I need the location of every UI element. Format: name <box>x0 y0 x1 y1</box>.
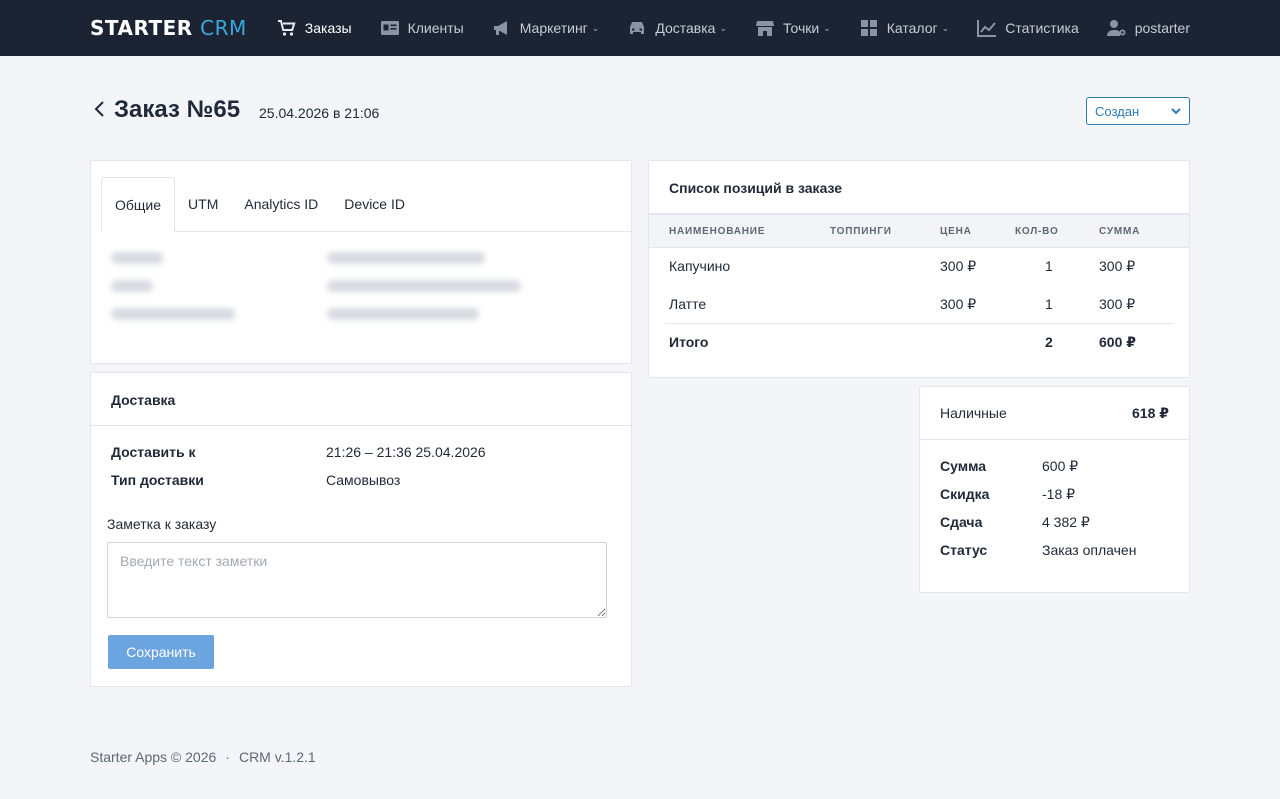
item-sum: 300 ₽ <box>1099 296 1136 312</box>
item-price: 300 ₽ <box>940 296 977 312</box>
payment-status-value: Заказ оплачен <box>1042 542 1137 558</box>
page-header: Заказ №65 25.04.2026 в 21:06 Создан <box>90 96 1190 128</box>
topbar: STARTER CRM Заказы Клиенты Маркетинг ⌄ Д… <box>0 0 1280 56</box>
main-nav: Заказы Клиенты Маркетинг ⌄ Доставка ⌄ То… <box>277 19 1190 37</box>
column-header: НАИМЕНОВАНИЕ <box>669 226 766 237</box>
status-select[interactable]: Создан <box>1086 97 1190 125</box>
back-button[interactable] <box>93 100 107 117</box>
delivery-type-label: Тип доставки <box>111 472 204 488</box>
delivery-type-value: Самовывоз <box>326 472 401 488</box>
table-header: НАИМЕНОВАНИЕ ТОППИНГИ ЦЕНА КОЛ-ВО СУММА <box>649 214 1189 248</box>
chevron-down-icon <box>1171 104 1181 115</box>
note-textarea[interactable] <box>107 542 607 618</box>
app-logo[interactable]: STARTER CRM <box>90 16 247 40</box>
column-header: СУММА <box>1099 226 1141 237</box>
total-qty: 2 <box>1045 334 1053 350</box>
grid-icon <box>860 20 877 36</box>
chevron-down-icon: ⌄ <box>719 22 728 33</box>
nav-orders[interactable]: Заказы <box>277 19 352 37</box>
change-value: 4 382 ₽ <box>1042 514 1090 530</box>
tab-utm[interactable]: UTM <box>175 177 231 231</box>
order-items-header: Список позиций в заказе <box>649 161 1189 214</box>
item-price: 300 ₽ <box>940 258 977 274</box>
chevron-down-icon: ⌄ <box>823 22 831 33</box>
order-date: 25.04.2026 в 21:06 <box>259 105 380 121</box>
nav-user[interactable]: postarter <box>1106 19 1190 37</box>
nav-catalog[interactable]: Каталог ⌄ <box>859 19 949 37</box>
chevron-down-icon: ⌄ <box>591 22 600 33</box>
app-version: CRM v.1.2.1 <box>238 749 316 765</box>
tab-general[interactable]: Общие <box>101 177 176 232</box>
nav-stats[interactable]: Статистика <box>977 19 1079 37</box>
nav-catalog-label: Каталог <box>886 20 938 36</box>
user-cog-icon <box>1106 20 1126 36</box>
nav-marketing-label: Маркетинг <box>519 20 588 36</box>
nav-orders-label: Заказы <box>304 20 352 36</box>
id-card-icon <box>380 21 399 35</box>
save-button[interactable]: Сохранить <box>108 635 214 669</box>
total-sum: 600 ₽ <box>1099 334 1136 350</box>
item-name: Латте <box>669 296 707 312</box>
discount-value: -18 ₽ <box>1042 486 1076 502</box>
separator-dot: · <box>225 749 230 765</box>
car-icon <box>630 22 645 34</box>
total-label: Итого <box>669 334 709 350</box>
nav-delivery-label: Доставка <box>655 20 716 36</box>
copyright: Starter Apps © 2026 <box>90 749 217 765</box>
status-select-value: Создан <box>1095 104 1140 119</box>
tab-analytics-id[interactable]: Analytics ID <box>231 177 331 231</box>
general-card: Общие UTM Analytics ID Device ID <box>90 160 632 364</box>
deliver-to-label: Доставить к <box>111 444 196 460</box>
payment-header: Наличные 618 ₽ <box>920 387 1189 440</box>
note-label: Заметка к заказу <box>107 516 217 532</box>
nav-points[interactable]: Точки ⌄ <box>755 19 831 37</box>
nav-stats-label: Статистика <box>1005 20 1079 36</box>
redacted-value <box>327 280 521 292</box>
delivery-header: Доставка <box>91 373 631 426</box>
payment-card: Наличные 618 ₽ Сумма 600 ₽ Скидка -18 ₽ … <box>919 386 1190 593</box>
delivery-card: Доставка Доставить к 21:26 – 21:36 25.04… <box>90 372 632 687</box>
discount-label: Скидка <box>940 486 990 502</box>
sum-label: Сумма <box>940 458 987 474</box>
payment-method: Наличные <box>940 405 1007 421</box>
change-label: Сдача <box>940 514 983 530</box>
chevron-left-icon <box>94 101 104 117</box>
redacted-label <box>111 280 153 292</box>
nav-clients[interactable]: Клиенты <box>380 19 464 37</box>
megaphone-icon <box>493 21 507 35</box>
sum-value: 600 ₽ <box>1042 458 1079 474</box>
store-icon <box>756 21 775 36</box>
redacted-value <box>327 308 479 320</box>
footer: Starter Apps © 2026 · CRM v.1.2.1 <box>90 749 316 765</box>
nav-clients-label: Клиенты <box>407 20 464 36</box>
nav-points-label: Точки <box>783 20 820 36</box>
payment-amount: 618 ₽ <box>1132 405 1169 421</box>
chevron-down-icon: ⌄ <box>941 22 950 33</box>
tab-device-id[interactable]: Device ID <box>331 177 418 231</box>
payment-status-label: Статус <box>940 542 988 558</box>
redacted-value <box>327 252 485 264</box>
cart-icon <box>277 20 296 36</box>
item-qty: 1 <box>1045 258 1053 274</box>
divider <box>665 323 1173 324</box>
item-name: Капучино <box>669 258 731 274</box>
column-header: КОЛ-ВО <box>1015 226 1059 237</box>
nav-marketing[interactable]: Маркетинг ⌄ <box>492 19 600 37</box>
info-tabs: Общие UTM Analytics ID Device ID <box>101 177 631 232</box>
page-title: Заказ №65 <box>114 96 241 123</box>
item-qty: 1 <box>1045 296 1053 312</box>
nav-delivery[interactable]: Доставка ⌄ <box>627 19 727 37</box>
chart-line-icon <box>977 20 997 37</box>
redacted-label <box>111 308 235 320</box>
column-header: ТОППИНГИ <box>830 226 892 237</box>
redacted-label <box>111 252 163 264</box>
order-items-card: Список позиций в заказе НАИМЕНОВАНИЕ ТОП… <box>648 160 1190 378</box>
item-sum: 300 ₽ <box>1099 258 1136 274</box>
nav-user-label: postarter <box>1134 20 1190 36</box>
deliver-to-value: 21:26 – 21:36 25.04.2026 <box>326 444 486 460</box>
column-header: ЦЕНА <box>940 226 972 237</box>
